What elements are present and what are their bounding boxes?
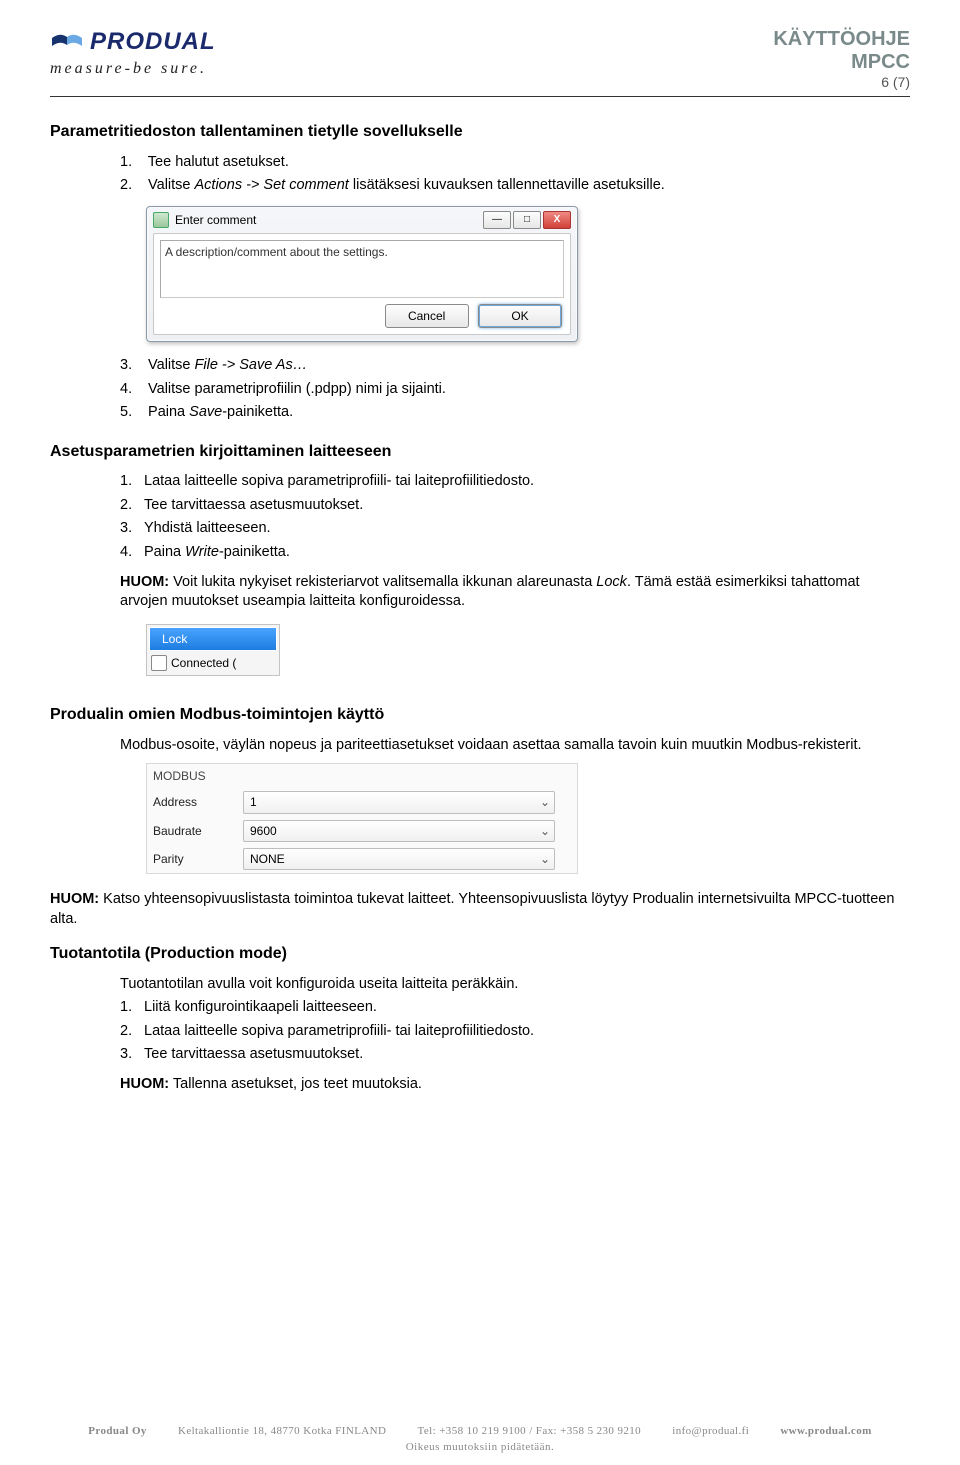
modbus-row-parity: Parity NONE ⌄ <box>147 845 577 873</box>
sec2-note: HUOM: Voit lukita nykyiset rekisteriarvo… <box>120 573 910 612</box>
sec1-title: Parametritiedoston tallentaminen tietyll… <box>50 121 910 143</box>
list-item: 1. Tee halutut asetukset. <box>120 153 910 173</box>
doc-id: KÄYTTÖOHJE MPCC 6 (7) <box>773 28 910 90</box>
footer-address: Keltakalliontie 18, 48770 Kotka FINLAND <box>178 1425 386 1437</box>
modbus-header: MODBUS <box>147 764 577 788</box>
list-item: 5. Paina Save-painiketta. <box>120 403 910 423</box>
status-connected: Connected ( <box>149 653 277 673</box>
modbus-row-address: Address 1 ⌄ <box>147 788 577 816</box>
cancel-button[interactable]: Cancel <box>385 304 469 328</box>
modbus-parity-select[interactable]: NONE ⌄ <box>243 848 555 870</box>
header-rule <box>50 96 910 97</box>
list-item: 1.Lataa laitteelle sopiva parametriprofi… <box>120 472 910 492</box>
connection-icon <box>151 655 167 671</box>
sec2-title: Asetusparametrien kirjoittaminen laittee… <box>50 441 910 463</box>
lock-menu-item[interactable]: Lock <box>149 627 277 651</box>
lock-ui-snippet: Lock Connected ( <box>146 624 280 676</box>
list-item: 2.Tee tarvittaessa asetusmuutokset. <box>120 496 910 516</box>
chevron-down-icon: ⌄ <box>540 794 550 810</box>
brand-logo: PRODUAL measure-be sure. <box>50 28 216 78</box>
list-item: 3. Valitse File -> Save As… <box>120 356 910 376</box>
sec4-para: Tuotantotilan avulla voit konfiguroida u… <box>120 975 910 995</box>
dialog-titlebar: Enter comment — □ X <box>147 207 577 233</box>
chevron-down-icon: ⌄ <box>540 823 550 839</box>
brand-tagline: measure-be sure. <box>50 60 216 78</box>
footer-disclaimer: Oikeus muutoksiin pidätetään. <box>0 1441 960 1453</box>
list-item: 4. Valitse parametriprofiilin (.pdpp) ni… <box>120 380 910 400</box>
dialog-title: Enter comment <box>175 212 256 228</box>
sec3-title: Produalin omien Modbus-toimintojen käytt… <box>50 704 910 726</box>
list-item: 4.Paina Write-painiketta. <box>120 543 910 563</box>
footer-telfax: Tel: +358 10 219 9100 / Fax: +358 5 230 … <box>418 1425 642 1437</box>
enter-comment-dialog: Enter comment — □ X A description/commen… <box>146 206 578 342</box>
ok-button[interactable]: OK <box>478 304 562 328</box>
list-item: 3.Tee tarvittaessa asetusmuutokset. <box>120 1045 910 1065</box>
footer-company: Produal Oy <box>88 1425 147 1437</box>
brand-mark-icon <box>50 32 84 52</box>
page-footer: Produal Oy Keltakalliontie 18, 48770 Kot… <box>0 1425 960 1453</box>
page-header: PRODUAL measure-be sure. KÄYTTÖOHJE MPCC… <box>50 28 910 90</box>
sec4-title: Tuotantotila (Production mode) <box>50 943 910 965</box>
list-item: 1.Liitä konfigurointikaapeli laitteeseen… <box>120 998 910 1018</box>
window-close-button[interactable]: X <box>543 211 571 229</box>
sec4-note: HUOM: Tallenna asetukset, jos teet muuto… <box>120 1075 910 1095</box>
modbus-panel: MODBUS Address 1 ⌄ Baudrate 9600 ⌄ Parit… <box>146 763 578 874</box>
footer-web: www.produal.com <box>780 1425 871 1437</box>
comment-textarea[interactable]: A description/comment about the settings… <box>160 240 564 298</box>
app-icon <box>153 212 169 228</box>
chevron-down-icon: ⌄ <box>540 851 550 867</box>
modbus-address-select[interactable]: 1 ⌄ <box>243 791 555 813</box>
list-item: 3.Yhdistä laitteeseen. <box>120 519 910 539</box>
doc-type: KÄYTTÖOHJE <box>773 28 910 51</box>
window-maximize-button[interactable]: □ <box>513 211 541 229</box>
sec3-note: HUOM: Katso yhteensopivuuslistasta toimi… <box>50 890 910 929</box>
window-minimize-button[interactable]: — <box>483 211 511 229</box>
modbus-row-baudrate: Baudrate 9600 ⌄ <box>147 817 577 845</box>
page-number: 6 (7) <box>773 74 910 90</box>
list-item: 2. Valitse Actions -> Set comment lisätä… <box>120 176 910 196</box>
list-item: 2.Lataa laitteelle sopiva parametriprofi… <box>120 1022 910 1042</box>
footer-email: info@produal.fi <box>672 1425 749 1437</box>
brand-word: PRODUAL <box>90 28 216 56</box>
doc-product: MPCC <box>773 51 910 74</box>
sec3-para: Modbus-osoite, väylän nopeus ja pariteet… <box>120 736 910 756</box>
modbus-baudrate-select[interactable]: 9600 ⌄ <box>243 820 555 842</box>
